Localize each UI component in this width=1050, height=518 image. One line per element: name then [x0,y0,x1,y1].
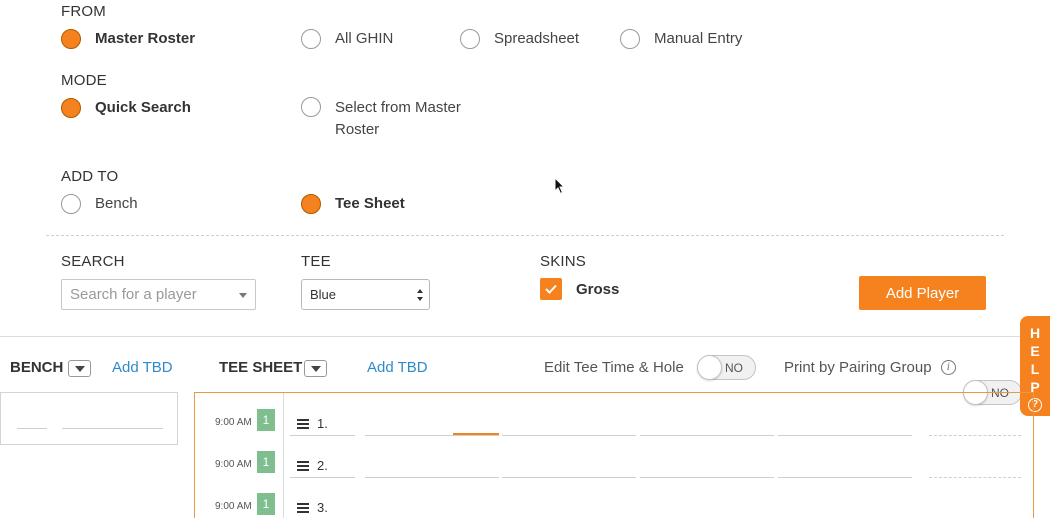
skins-gross-checkbox-row[interactable]: Gross [540,278,619,300]
from-option-master-roster[interactable]: Master Roster [61,28,195,50]
hole-badge: 1 [257,493,275,515]
tee-sheet-add-tbd-link[interactable]: Add TBD [367,359,428,376]
hole-badge: 1 [257,409,275,431]
mode-label: MODE [61,72,107,89]
active-slot-indicator [453,433,499,435]
radio-label: Tee Sheet [335,195,405,212]
drag-handle-icon[interactable] [297,503,309,513]
radio-button[interactable] [61,194,81,214]
radio-label: Bench [95,195,138,212]
player-slot-line[interactable] [640,435,774,436]
bench-dropdown-button[interactable] [68,360,91,377]
player-slot-line[interactable] [502,435,636,436]
player-slot-line[interactable] [502,477,636,478]
tee-time: 9:00 AM [215,459,252,470]
mode-option-select-from-master-roster[interactable]: Select from Master Roster [301,97,461,141]
mode-option-quick-search[interactable]: Quick Search [61,97,191,119]
section-divider [46,235,1004,236]
search-placeholder: Search for a player [70,286,197,303]
info-icon[interactable]: i [941,360,956,375]
bench-title: BENCH [10,359,64,376]
table-row[interactable]: 9:00 AM 1 3. [195,493,1035,518]
help-letter: L [1030,361,1040,377]
player-slot-line[interactable] [365,477,499,478]
tee-time: 9:00 AM [215,501,252,512]
bench-add-tbd-link[interactable]: Add TBD [112,359,173,376]
tee-select-value: Blue [310,287,337,302]
add-player-button[interactable]: Add Player [859,276,986,310]
hole-badge: 1 [257,451,275,473]
player-slot-line[interactable] [929,435,1021,436]
player-slot-line[interactable] [778,435,912,436]
radio-button[interactable] [61,29,81,49]
radio-label: Manual Entry [654,30,743,47]
skins-gross-checkbox[interactable] [540,278,562,300]
row-number: 2. [317,458,328,473]
row-number: 3. [317,500,328,515]
from-label: FROM [61,3,106,20]
skins-label: SKINS [540,253,587,270]
tee-sheet-dropdown-button[interactable] [304,360,327,377]
bench-input-line [62,428,163,429]
toggle-state: NO [725,361,743,375]
radio-label: All GHIN [335,30,394,47]
add-to-option-tee-sheet[interactable]: Tee Sheet [301,193,405,215]
tee-select[interactable]: Blue [301,279,430,310]
radio-label-line-1: Select from Master [335,99,461,116]
radio-button[interactable] [301,194,321,214]
player-slot-line[interactable] [640,477,774,478]
from-option-manual-entry[interactable]: Manual Entry [620,28,742,50]
add-to-option-bench[interactable]: Bench [61,193,138,215]
radio-label: Quick Search [95,99,191,116]
chevron-down-icon [239,293,247,298]
radio-label: Select from Master Roster [335,97,461,141]
radio-label-line-2: Roster [335,121,380,138]
table-row[interactable]: 9:00 AM 1 1. [195,409,1035,439]
from-option-all-ghin[interactable]: All GHIN [301,28,393,50]
radio-button[interactable] [460,29,480,49]
player-slot-line[interactable] [290,477,355,478]
checkmark-icon [545,284,557,294]
from-option-spreadsheet[interactable]: Spreadsheet [460,28,579,50]
bench-panel[interactable] [0,392,178,445]
skins-gross-label: Gross [576,280,620,298]
help-letter: E [1030,343,1040,359]
search-input[interactable]: Search for a player [61,279,256,310]
radio-label: Spreadsheet [494,30,580,47]
drag-handle-icon[interactable] [297,461,309,471]
table-row[interactable]: 9:00 AM 1 2. [195,451,1035,481]
row-number: 1. [317,416,328,431]
radio-label: Master Roster [95,30,196,47]
player-slot-line[interactable] [778,477,912,478]
search-label: SEARCH [61,253,125,270]
radio-button[interactable] [61,98,81,118]
tee-sheet-panel: 9:00 AM 1 1. 9:00 AM 1 2. 9:00 AM 1 3. [194,392,1034,518]
radio-button[interactable] [301,97,321,117]
tee-time: 9:00 AM [215,417,252,428]
toggle-knob [697,355,722,380]
tee-label: TEE [301,253,331,270]
edit-tee-time-toggle[interactable]: NO [697,355,756,380]
edit-tee-time-label: Edit Tee Time & Hole [544,359,684,376]
drag-handle-icon[interactable] [297,419,309,429]
player-slot-line[interactable] [290,435,355,436]
player-slot-line[interactable] [929,477,1021,478]
radio-button[interactable] [301,29,321,49]
tee-sheet-title: TEE SHEET [219,359,303,376]
bench-input-line [17,428,47,429]
help-letter: H [1029,325,1041,341]
mouse-cursor-icon [554,177,566,195]
player-slot-line[interactable] [365,435,499,436]
panel-divider [0,336,1020,337]
updown-arrows-icon [417,289,423,301]
caret-down-icon [310,365,321,372]
print-pairing-label: Print by Pairing Group [784,359,932,376]
radio-button[interactable] [620,29,640,49]
caret-down-icon [74,365,85,372]
add-to-label: ADD TO [61,168,119,185]
